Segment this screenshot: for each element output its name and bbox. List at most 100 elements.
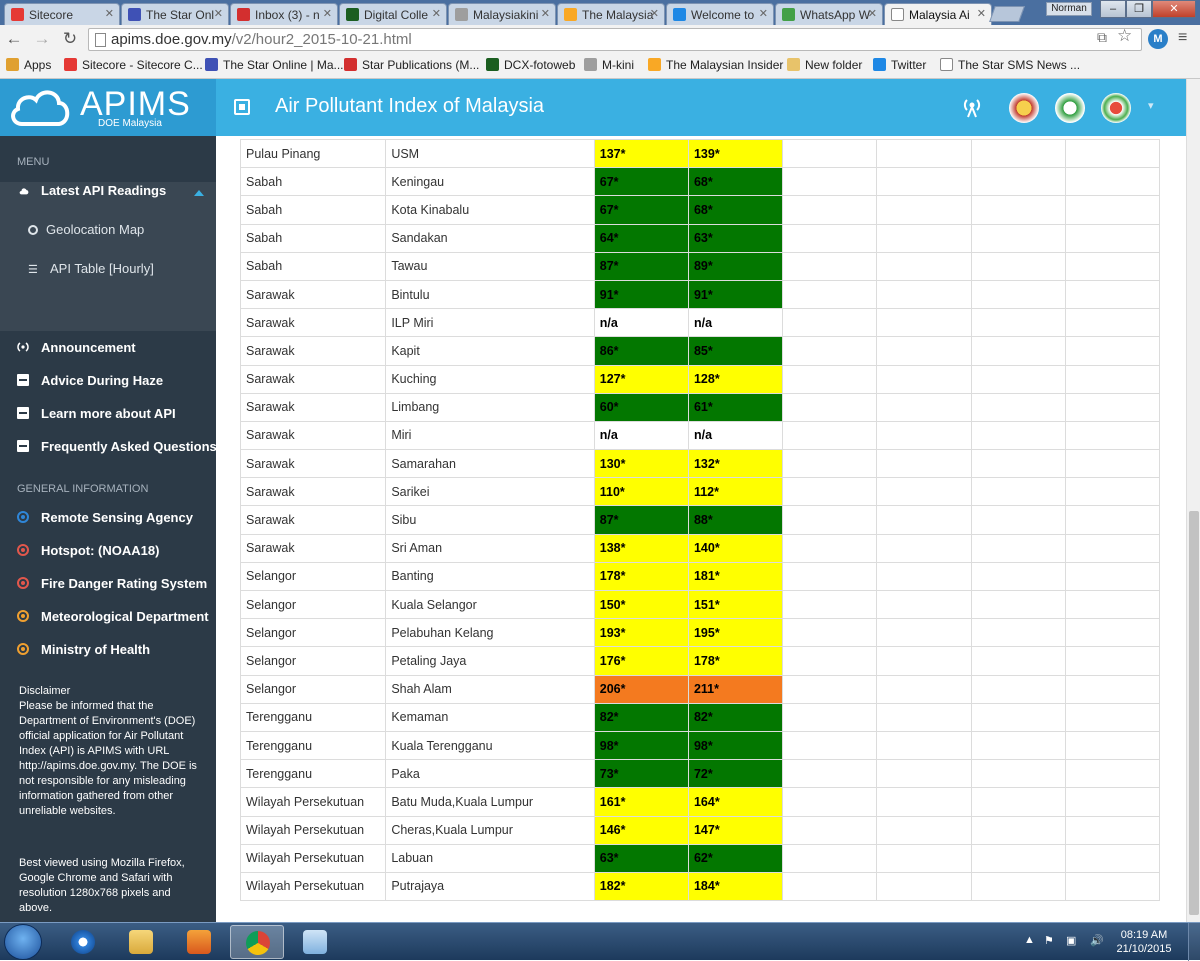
bookmark-item[interactable]: The Malaysian Insider [648, 58, 783, 72]
back-arrow-icon[interactable]: ← [4, 29, 24, 49]
chrome-menu-icon[interactable]: ≡ [1178, 29, 1187, 47]
tray-expand-icon[interactable]: ▲ [1024, 934, 1035, 946]
empty-cell [1064, 533, 1161, 563]
tab-title: Malaysiakini [473, 8, 539, 22]
caret-up-icon[interactable] [194, 190, 204, 196]
empty-cell [782, 843, 878, 873]
sidebar-subitem-api-table[interactable]: ☰ API Table [Hourly] [28, 261, 154, 276]
bookmark-item[interactable]: The Star SMS News ... [940, 58, 1080, 72]
close-tab-icon[interactable]: ✕ [214, 7, 223, 20]
windows-start-button[interactable] [4, 924, 42, 960]
forward-arrow-icon[interactable]: → [32, 29, 52, 49]
best-viewed-text: Best viewed using Mozilla Firefox, Googl… [19, 857, 185, 914]
browser-tab[interactable]: WhatsApp W ✕ [775, 3, 883, 25]
show-desktop-button[interactable] [1188, 923, 1200, 961]
sidebar-link-hotspot[interactable]: Hotspot: (NOAA18) [17, 543, 159, 558]
browser-tab[interactable]: Digital Colle ✕ [339, 3, 447, 25]
taskbar-app-ie[interactable] [56, 925, 110, 959]
api-value-cell: 132* [687, 449, 784, 479]
malaysia-crest-icon[interactable] [1009, 93, 1039, 123]
bookmark-item[interactable]: DCX-fotoweb [486, 58, 575, 72]
broadcast-icon[interactable] [960, 95, 984, 119]
browser-tab[interactable]: Sitecore ✕ [4, 3, 120, 25]
network-icon[interactable]: ▣ [1066, 934, 1076, 947]
volume-icon[interactable]: 🔊 [1090, 934, 1104, 947]
translate-icon[interactable]: ⧉ [1097, 29, 1107, 46]
sidebar-item-faq[interactable]: Frequently Asked Questions [17, 439, 217, 454]
minimize-icon[interactable]: – [1100, 0, 1126, 18]
page-scrollbar[interactable] [1186, 79, 1200, 922]
empty-cell [970, 674, 1066, 704]
empty-cell [970, 505, 1066, 535]
browser-tab[interactable]: The Star Onl ✕ [121, 3, 229, 25]
sidebar-item-announcement[interactable]: Announcement [17, 340, 136, 355]
document-icon [17, 407, 29, 419]
system-clock[interactable]: 08:19 AM 21/10/2015 [1112, 928, 1176, 956]
area-cell: Miri [385, 420, 595, 451]
bookmark-item[interactable]: New folder [787, 58, 862, 72]
close-tab-icon[interactable]: ✕ [541, 7, 550, 20]
bookmark-item[interactable]: Sitecore - Sitecore C... [64, 58, 203, 72]
bookmark-item[interactable]: M-kini [584, 58, 634, 72]
browser-tab[interactable]: Inbox (3) - n ✕ [230, 3, 338, 25]
new-tab-button[interactable] [989, 6, 1025, 22]
bookmark-item[interactable]: Star Publications (M... [344, 58, 479, 72]
profile-button[interactable]: Norman [1046, 2, 1092, 16]
browser-tab[interactable]: The Malaysia ✕ [557, 3, 665, 25]
api-value-cell: 195* [687, 618, 784, 648]
fullscreen-toggle-icon[interactable] [234, 99, 250, 115]
table-row: Wilayah Persekutuan Labuan 63* 62* [239, 843, 1161, 873]
close-tab-icon[interactable]: ✕ [977, 7, 986, 20]
site-logo[interactable]: APIMS DOE Malaysia [0, 79, 216, 136]
close-window-icon[interactable]: ✕ [1152, 0, 1196, 18]
close-tab-icon[interactable]: ✕ [868, 7, 877, 20]
chevron-down-icon[interactable]: ▾ [1148, 99, 1154, 112]
sidebar-subitem-geolocation-map[interactable]: Geolocation Map [28, 222, 144, 237]
bookmark-item[interactable]: Twitter [873, 58, 926, 72]
reload-icon[interactable]: ↻ [60, 29, 80, 49]
sidebar-item-advice-during-haze[interactable]: Advice During Haze [17, 373, 163, 388]
browser-tab[interactable]: Welcome to ✕ [666, 3, 774, 25]
sidebar-link-remote-sensing[interactable]: Remote Sensing Agency [17, 510, 193, 525]
close-tab-icon[interactable]: ✕ [650, 7, 659, 20]
taskbar-app-chrome[interactable] [230, 925, 284, 959]
empty-cell [1064, 787, 1161, 817]
doe-emblem-icon[interactable] [1055, 93, 1085, 123]
taskbar-app-explorer[interactable] [114, 925, 168, 959]
empty-cell [1064, 618, 1161, 648]
empty-cell [970, 167, 1066, 197]
bookmark-star-icon[interactable]: ☆ [1117, 26, 1132, 46]
sidebar-link-meteorological[interactable]: Meteorological Department [17, 609, 209, 624]
flag-icon[interactable]: ⚑ [1044, 934, 1054, 947]
page-icon [940, 58, 953, 71]
table-row: Terengganu Paka 73* 72* [239, 759, 1161, 789]
bookmark-item[interactable]: The Star Online | Ma... [205, 58, 344, 72]
close-tab-icon[interactable]: ✕ [759, 7, 768, 20]
address-bar[interactable]: apims.doe.gov.my/v2/hour2_2015-10-21.htm… [88, 28, 1142, 51]
sidebar-item-learn-more[interactable]: Learn more about API [17, 406, 176, 421]
state-cell: Selangor [239, 589, 387, 620]
browser-tab[interactable]: Malaysiakini ✕ [448, 3, 556, 25]
close-tab-icon[interactable]: ✕ [105, 7, 114, 20]
empty-cell [876, 674, 972, 704]
scrollbar-thumb[interactable] [1189, 511, 1199, 915]
sidebar-link-ministry-health[interactable]: Ministry of Health [17, 642, 150, 657]
browser-tab-active[interactable]: Malaysia Ai ✕ [884, 3, 992, 25]
extension-icon[interactable]: M [1148, 29, 1168, 49]
taskbar-app-notes[interactable] [288, 925, 342, 959]
restore-icon[interactable]: ❐ [1126, 0, 1152, 18]
bookmark-item[interactable]: Apps [6, 58, 51, 72]
close-tab-icon[interactable]: ✕ [432, 7, 441, 20]
sidebar-link-fire-danger[interactable]: Fire Danger Rating System [17, 576, 207, 591]
table-row: Sabah Tawau 87* 89* [239, 251, 1161, 281]
sidebar-item-latest-api-readings[interactable]: Latest API Readings [17, 183, 166, 198]
bookmark-label: The Star Online | Ma... [223, 58, 344, 72]
tab-favicon-icon [455, 8, 468, 21]
empty-cell [1064, 646, 1161, 676]
globe-icon [28, 225, 38, 235]
agency-emblem-icon[interactable] [1101, 93, 1131, 123]
close-tab-icon[interactable]: ✕ [323, 7, 332, 20]
bookmark-favicon-icon [486, 58, 499, 71]
api-value-cell: n/a [593, 420, 689, 451]
taskbar-app-media[interactable] [172, 925, 226, 959]
